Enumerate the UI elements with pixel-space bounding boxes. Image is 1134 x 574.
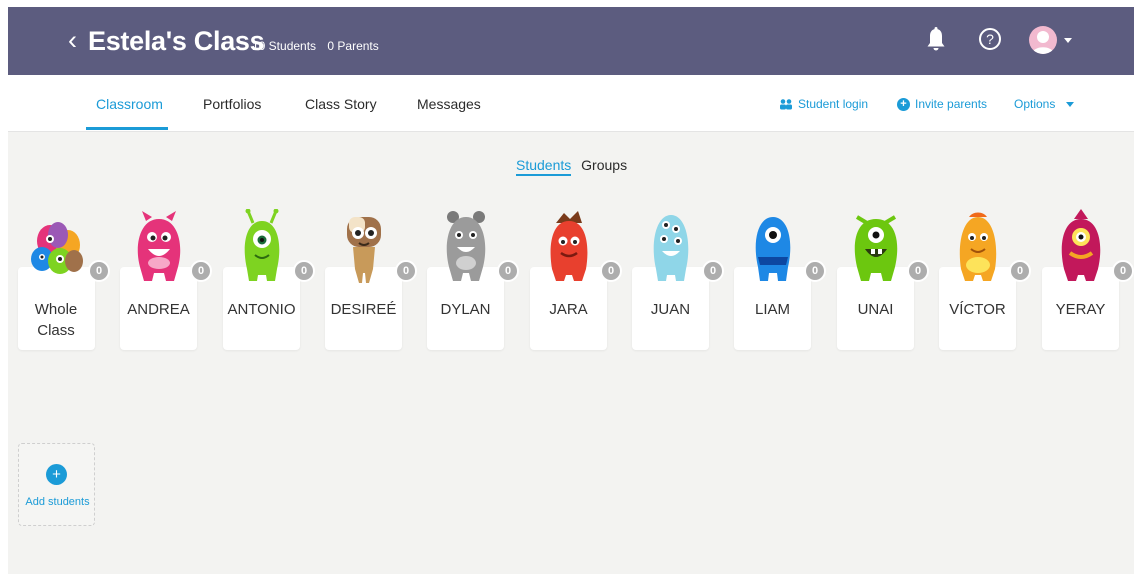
student-name: Whole Class [34,301,78,339]
points-badge: 0 [1112,260,1134,282]
student-login-button[interactable]: Student login [779,96,868,112]
monster-avatar-icon [653,215,689,281]
tab-class-story[interactable]: Class Story [305,95,377,113]
toggle-groups[interactable]: Groups [581,157,627,173]
student-card-unai[interactable]: 0 UNAI [837,207,929,350]
points-badge: 0 [907,260,929,282]
monster-avatar-icon [446,211,486,281]
add-students-label: Add students [25,496,90,508]
monster-avatar-icon [755,217,791,281]
chevron-down-icon[interactable] [1064,38,1072,43]
help-icon[interactable]: ? [979,28,1001,50]
monster-avatar-icon [137,211,181,281]
student-card-dylan[interactable]: 0 DYLAN [427,207,519,350]
monster-avatar-icon [959,212,997,281]
add-students-button[interactable]: + Add students [18,443,95,526]
points-badge: 0 [293,260,315,282]
points-badge: 0 [1009,260,1031,282]
student-card-liam[interactable]: 0 LIAM [734,207,826,350]
plus-icon: + [46,464,67,485]
student-login-label: Student login [798,97,869,111]
student-name: ANDREA [127,301,190,318]
invite-parents-label: Invite parents [915,97,988,111]
class-title: Estela's Class [88,26,265,56]
options-dropdown[interactable]: Options [1014,96,1075,112]
monster-avatar-icon [244,209,280,281]
whole-class-avatar-icon [31,222,83,274]
points-badge: 0 [395,260,417,282]
points-badge: 0 [497,260,519,282]
points-badge: 0 [702,260,724,282]
toggle-students[interactable]: Students [516,157,572,176]
student-roster: 0 Whole Class 0 ANDREA 0 ANTONIO 0 DESIR… [18,207,1134,357]
student-card-whole-class[interactable]: 0 Whole Class [18,207,110,350]
parents-count[interactable]: 0 Parents [327,39,378,53]
points-badge: 0 [190,260,212,282]
top-bar: ‹ Estela's Class 10 Students 0 Parents ? [8,7,1134,75]
students-icon [780,99,792,110]
monster-avatar-icon [854,215,898,281]
student-name: LIAM [754,301,790,318]
chevron-down-icon [1066,101,1075,107]
tab-classroom[interactable]: Classroom [96,95,163,113]
student-card-desiree[interactable]: 0 DESIREÉ [325,207,417,350]
student-name: JUAN [650,301,691,318]
student-card-victor[interactable]: 0 VÍCTOR [939,207,1031,350]
nav-bar: Classroom Portfolios Class Story Message… [8,75,1134,132]
options-label: Options [1014,97,1056,111]
monster-avatar-icon [1061,209,1101,281]
app-frame: ‹ Estela's Class 10 Students 0 Parents ?… [8,7,1134,574]
tab-portfolios[interactable]: Portfolios [203,95,261,113]
student-name: DESIREÉ [330,301,397,318]
plus-icon: + [897,97,910,111]
active-tab-indicator [86,127,168,130]
student-name: ANTONIO [227,301,296,318]
student-card-andrea[interactable]: 0 ANDREA [120,207,212,350]
student-card-juan[interactable]: 0 JUAN [632,207,724,350]
monster-avatar-icon [347,217,381,283]
student-name: YERAY [1055,301,1106,318]
student-name: VÍCTOR [949,301,1006,318]
student-card-yeray[interactable]: 0 YERAY [1042,207,1134,350]
bell-icon[interactable] [926,27,946,53]
view-toggle: Students Groups [516,157,627,176]
class-counts: 10 Students 0 Parents [252,38,387,54]
student-name: JARA [549,301,588,318]
points-badge: 0 [804,260,826,282]
tab-messages[interactable]: Messages [417,95,481,113]
student-card-antonio[interactable]: 0 ANTONIO [223,207,315,350]
students-count: 10 Students [252,39,317,53]
student-name: DYLAN [440,301,491,318]
avatar-icon[interactable] [1029,26,1057,54]
points-badge: 0 [600,260,622,282]
invite-parents-button[interactable]: + Invite parents [897,96,987,112]
back-arrow-icon[interactable]: ‹ [68,23,77,57]
student-name: UNAI [857,301,894,318]
student-card-jara[interactable]: 0 JARA [530,207,622,350]
points-badge: 0 [88,260,110,282]
monster-avatar-icon [550,211,588,281]
